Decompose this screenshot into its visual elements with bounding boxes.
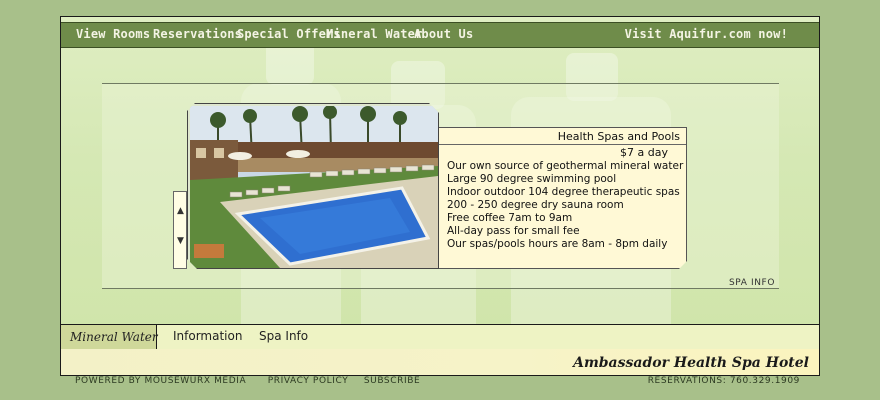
feature-item: Our spas/pools hours are 8am - 8pm daily	[447, 238, 668, 250]
panel-title: Health Spas and Pools	[557, 130, 680, 143]
tab-spa-info[interactable]: Spa Info	[259, 329, 308, 343]
subscribe-link[interactable]: SUBSCRIBE	[364, 376, 420, 386]
nav-visit-aquifur[interactable]: Visit Aquifur.com now!	[625, 27, 788, 41]
spa-info-panel: Health Spas and Pools $7 a day Our own s…	[439, 127, 687, 269]
panel-price: $7 a day	[620, 146, 668, 159]
scroll-down-icon[interactable]: ▼	[175, 236, 186, 246]
feature-item: Free coffee 7am to 9am	[447, 212, 573, 224]
bottom-tab-bar: Mineral Water Information Spa Info	[61, 324, 819, 350]
powered-by-link[interactable]: POWERED BY MOUSEWURX MEDIA	[75, 376, 246, 386]
tab-mineral-water[interactable]: Mineral Water	[61, 325, 158, 349]
top-navigation: View Rooms Reservations Special Offers M…	[61, 22, 819, 48]
nav-reservations[interactable]: Reservations	[153, 27, 242, 41]
pool-photo-illustration	[190, 106, 438, 268]
footer-band: Ambassador Health Spa Hotel	[61, 349, 819, 375]
footer-links: POWERED BY MOUSEWURX MEDIA PRIVACY POLIC…	[75, 376, 420, 386]
spa-info-link[interactable]: SPA INFO	[729, 278, 775, 288]
pool-photo	[187, 103, 439, 269]
nav-mineral-water[interactable]: Mineral Water	[326, 27, 423, 41]
main-frame: View Rooms Reservations Special Offers M…	[60, 16, 820, 376]
feature-item: Large 90 degree swimming pool	[447, 173, 617, 185]
panel-divider	[439, 144, 686, 145]
hotel-name-logo: Ambassador Health Spa Hotel	[573, 355, 809, 371]
feature-item: Indoor outdoor 104 degree therapeutic sp…	[447, 186, 680, 198]
tab-information[interactable]: Information	[173, 329, 242, 343]
reservations-phone: RESERVATIONS: 760.329.1909	[647, 376, 800, 386]
feature-list: Our own source of geothermal mineral wat…	[447, 160, 683, 251]
nav-about-us[interactable]: About Us	[414, 27, 473, 41]
privacy-policy-link[interactable]: PRIVACY POLICY	[268, 376, 349, 386]
scroll-up-icon[interactable]: ▲	[175, 206, 186, 216]
feature-item: 200 - 250 degree dry sauna room	[447, 199, 624, 211]
photo-scroll-strip: ▲ ▼	[173, 191, 187, 269]
feature-item: All-day pass for small fee	[447, 225, 580, 237]
nav-view-rooms[interactable]: View Rooms	[76, 27, 150, 41]
feature-item: Our own source of geothermal mineral wat…	[447, 160, 684, 172]
